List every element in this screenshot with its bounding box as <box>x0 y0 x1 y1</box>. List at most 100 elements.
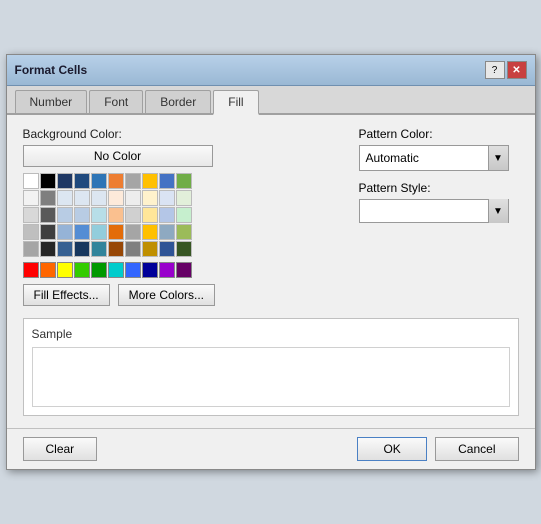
color-cell[interactable] <box>57 190 73 206</box>
color-cell[interactable] <box>57 262 73 278</box>
color-cell[interactable] <box>40 262 56 278</box>
left-column: Background Color: No Color <box>23 127 339 306</box>
title-bar: Format Cells ? ✕ <box>7 55 535 86</box>
tab-number[interactable]: Number <box>15 90 88 113</box>
color-cell[interactable] <box>142 173 158 189</box>
dialog-footer: Clear OK Cancel <box>7 429 535 469</box>
color-cell[interactable] <box>108 173 124 189</box>
color-cell[interactable] <box>159 262 175 278</box>
action-buttons: Fill Effects... More Colors... <box>23 284 339 306</box>
color-cell[interactable] <box>176 224 192 240</box>
color-cell[interactable] <box>23 224 39 240</box>
color-cell[interactable] <box>91 190 107 206</box>
dialog-title: Format Cells <box>15 63 88 77</box>
sample-label: Sample <box>32 327 510 341</box>
color-cell[interactable] <box>108 207 124 223</box>
color-cell[interactable] <box>91 262 107 278</box>
color-cell[interactable] <box>74 173 90 189</box>
color-cell[interactable] <box>74 262 90 278</box>
tab-bar: Number Font Border Fill <box>7 86 535 115</box>
color-row-2 <box>23 190 339 206</box>
color-cell[interactable] <box>159 190 175 206</box>
main-content: Background Color: No Color <box>23 127 519 306</box>
color-cell[interactable] <box>142 224 158 240</box>
title-bar-buttons: ? ✕ <box>485 61 527 79</box>
right-column: Pattern Color: Automatic ▼ Pattern Style… <box>359 127 519 306</box>
color-cell[interactable] <box>176 190 192 206</box>
background-color-label: Background Color: <box>23 127 339 141</box>
color-cell[interactable] <box>159 173 175 189</box>
color-cell[interactable] <box>125 262 141 278</box>
color-cell[interactable] <box>23 262 39 278</box>
color-cell[interactable] <box>125 241 141 257</box>
color-cell[interactable] <box>125 190 141 206</box>
clear-button[interactable]: Clear <box>23 437 98 461</box>
color-cell[interactable] <box>91 207 107 223</box>
cancel-button[interactable]: Cancel <box>435 437 518 461</box>
color-cell[interactable] <box>23 207 39 223</box>
color-cell[interactable] <box>142 190 158 206</box>
color-cell[interactable] <box>142 207 158 223</box>
pattern-color-arrow[interactable]: ▼ <box>488 146 508 170</box>
color-cell[interactable] <box>40 190 56 206</box>
color-cell[interactable] <box>159 207 175 223</box>
dialog-body: Background Color: No Color <box>7 115 535 428</box>
color-cell[interactable] <box>57 224 73 240</box>
ok-button[interactable]: OK <box>357 437 427 461</box>
color-cell[interactable] <box>57 173 73 189</box>
sample-section: Sample <box>23 318 519 416</box>
color-cell[interactable] <box>57 207 73 223</box>
color-row-6 <box>23 262 339 278</box>
pattern-color-value: Automatic <box>360 146 488 170</box>
fill-effects-button[interactable]: Fill Effects... <box>23 284 110 306</box>
color-cell[interactable] <box>23 173 39 189</box>
color-cell[interactable] <box>176 207 192 223</box>
tab-fill[interactable]: Fill <box>213 90 258 115</box>
color-cell[interactable] <box>125 173 141 189</box>
color-cell[interactable] <box>40 241 56 257</box>
color-cell[interactable] <box>176 173 192 189</box>
color-cell[interactable] <box>23 190 39 206</box>
color-grid <box>23 173 339 278</box>
color-cell[interactable] <box>74 207 90 223</box>
pattern-style-arrow[interactable]: ▼ <box>488 199 508 223</box>
color-cell[interactable] <box>74 224 90 240</box>
color-cell[interactable] <box>23 241 39 257</box>
color-cell[interactable] <box>74 241 90 257</box>
color-row-3 <box>23 207 339 223</box>
color-cell[interactable] <box>108 241 124 257</box>
more-colors-button[interactable]: More Colors... <box>118 284 215 306</box>
color-cell[interactable] <box>40 173 56 189</box>
color-cell[interactable] <box>91 173 107 189</box>
help-button[interactable]: ? <box>485 61 505 79</box>
color-cell[interactable] <box>159 224 175 240</box>
pattern-style-value <box>360 209 488 213</box>
close-button[interactable]: ✕ <box>507 61 527 79</box>
color-row-5 <box>23 241 339 257</box>
color-cell[interactable] <box>142 262 158 278</box>
color-cell[interactable] <box>108 190 124 206</box>
tab-font[interactable]: Font <box>89 90 143 113</box>
no-color-button[interactable]: No Color <box>23 145 213 167</box>
color-cell[interactable] <box>176 262 192 278</box>
color-cell[interactable] <box>91 241 107 257</box>
color-cell[interactable] <box>142 241 158 257</box>
color-cell[interactable] <box>74 190 90 206</box>
color-row-1 <box>23 173 339 189</box>
sample-box <box>32 347 510 407</box>
color-cell[interactable] <box>40 224 56 240</box>
pattern-style-dropdown[interactable]: ▼ <box>359 199 509 223</box>
color-cell[interactable] <box>91 224 107 240</box>
color-cell[interactable] <box>40 207 56 223</box>
tab-border[interactable]: Border <box>145 90 211 113</box>
color-cell[interactable] <box>57 241 73 257</box>
color-cell[interactable] <box>125 207 141 223</box>
color-cell[interactable] <box>176 241 192 257</box>
color-cell[interactable] <box>108 262 124 278</box>
pattern-color-dropdown[interactable]: Automatic ▼ <box>359 145 509 171</box>
color-cell[interactable] <box>159 241 175 257</box>
color-cell[interactable] <box>108 224 124 240</box>
format-cells-dialog: Format Cells ? ✕ Number Font Border Fill… <box>6 54 536 470</box>
color-row-4 <box>23 224 339 240</box>
color-cell[interactable] <box>125 224 141 240</box>
